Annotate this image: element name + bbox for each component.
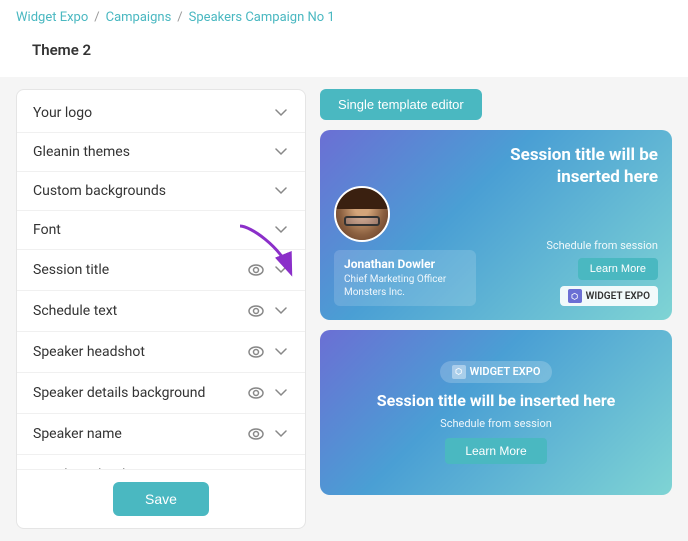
chevron-down-icon[interactable] <box>273 144 289 160</box>
eye-icon[interactable] <box>247 302 265 320</box>
schedule-text-preview1: Schedule from session <box>546 239 658 252</box>
menu-item-label-session-title: Session title <box>33 262 109 278</box>
eye-icon[interactable] <box>247 261 265 279</box>
menu-item-label-custom-backgrounds: Custom backgrounds <box>33 183 166 199</box>
preview-card-1: Jonathan Dowler Chief Marketing Officer … <box>320 130 672 320</box>
learn-more-btn-preview1[interactable]: Learn More <box>578 258 658 280</box>
save-button[interactable]: Save <box>113 482 209 516</box>
logo-icon-preview1: ⬡ <box>568 289 582 303</box>
chevron-down-icon[interactable] <box>273 183 289 199</box>
menu-item-speaker-job-title[interactable]: Speaker job title <box>17 455 305 469</box>
single-template-editor-button[interactable]: Single template editor <box>320 89 482 120</box>
menu-item-session-title[interactable]: Session title <box>17 250 305 291</box>
breadcrumb: Widget Expo / Campaigns / Speakers Campa… <box>0 0 688 31</box>
menu-item-custom-backgrounds[interactable]: Custom backgrounds <box>17 172 305 211</box>
chevron-down-icon[interactable] <box>273 262 289 278</box>
eye-icon[interactable] <box>247 425 265 443</box>
breadcrumb-link-home[interactable]: Widget Expo <box>16 10 88 25</box>
card1-left: Jonathan Dowler Chief Marketing Officer … <box>320 130 490 320</box>
chevron-down-icon[interactable] <box>273 222 289 238</box>
logo-icon-preview2: ⬡ <box>452 365 466 379</box>
menu-item-speaker-details-bg[interactable]: Speaker details background <box>17 373 305 414</box>
eye-icon[interactable] <box>247 384 265 402</box>
breadcrumb-link-campaign[interactable]: Speakers Campaign No 1 <box>189 10 335 25</box>
menu-item-schedule-text[interactable]: Schedule text <box>17 291 305 332</box>
menu-item-label-speaker-headshot: Speaker headshot <box>33 344 145 360</box>
menu-item-label-speaker-name: Speaker name <box>33 426 122 442</box>
chevron-down-icon[interactable] <box>273 344 289 360</box>
menu-list: Your logo Gleanin themes Custom background… <box>17 90 305 469</box>
save-area: Save <box>17 469 305 528</box>
speaker-info: Jonathan Dowler Chief Marketing Officer … <box>334 250 476 306</box>
chevron-down-icon[interactable] <box>273 303 289 319</box>
eye-icon[interactable] <box>247 343 265 361</box>
eye-icon[interactable] <box>247 466 265 469</box>
speaker-name: Jonathan Dowler <box>344 257 466 271</box>
preview-card-2: ⬡ WIDGET EXPO Session title will be inse… <box>320 330 672 495</box>
menu-item-your-logo[interactable]: Your logo <box>17 94 305 133</box>
menu-item-font[interactable]: Font <box>17 211 305 250</box>
settings-panel: Your logo Gleanin themes Custom background… <box>16 89 306 529</box>
learn-more-btn-preview2[interactable]: Learn More <box>445 438 546 464</box>
menu-item-label-speaker-details-bg: Speaker details background <box>33 385 205 401</box>
breadcrumb-link-campaigns[interactable]: Campaigns <box>106 10 172 25</box>
menu-item-label-your-logo: Your logo <box>33 105 92 121</box>
menu-item-speaker-headshot[interactable]: Speaker headshot <box>17 332 305 373</box>
speaker-company: Monsters Inc. <box>344 286 466 299</box>
card2-logo: ⬡ WIDGET EXPO <box>440 361 553 383</box>
schedule-text-preview2: Schedule from session <box>440 417 552 430</box>
menu-item-gleanin-themes[interactable]: Gleanin themes <box>17 133 305 172</box>
chevron-down-icon[interactable] <box>273 467 289 469</box>
preview-panel: Single template editor Jonathan Dowler C… <box>320 89 672 529</box>
menu-item-label-speaker-job-title: Speaker job title <box>33 467 133 469</box>
menu-item-speaker-name[interactable]: Speaker name <box>17 414 305 455</box>
widget-expo-logo-preview1: ⬡ WIDGET EXPO <box>560 286 658 306</box>
chevron-down-icon[interactable] <box>273 385 289 401</box>
menu-item-label-schedule-text: Schedule text <box>33 303 117 319</box>
menu-item-label-gleanin-themes: Gleanin themes <box>33 144 130 160</box>
card1-right: Session title will be inserted here Sche… <box>490 130 672 320</box>
chevron-down-icon[interactable] <box>273 105 289 121</box>
card1-bottom: Schedule from session Learn More ⬡ WIDGE… <box>546 239 658 306</box>
speaker-avatar <box>334 186 390 242</box>
chevron-down-icon[interactable] <box>273 426 289 442</box>
session-title-preview1: Session title will be inserted here <box>500 144 658 188</box>
session-title-preview2: Session title will be inserted here <box>377 391 615 412</box>
menu-item-label-font: Font <box>33 222 61 238</box>
speaker-role: Chief Marketing Officer <box>344 273 466 286</box>
page-title: Theme 2 <box>16 35 672 69</box>
